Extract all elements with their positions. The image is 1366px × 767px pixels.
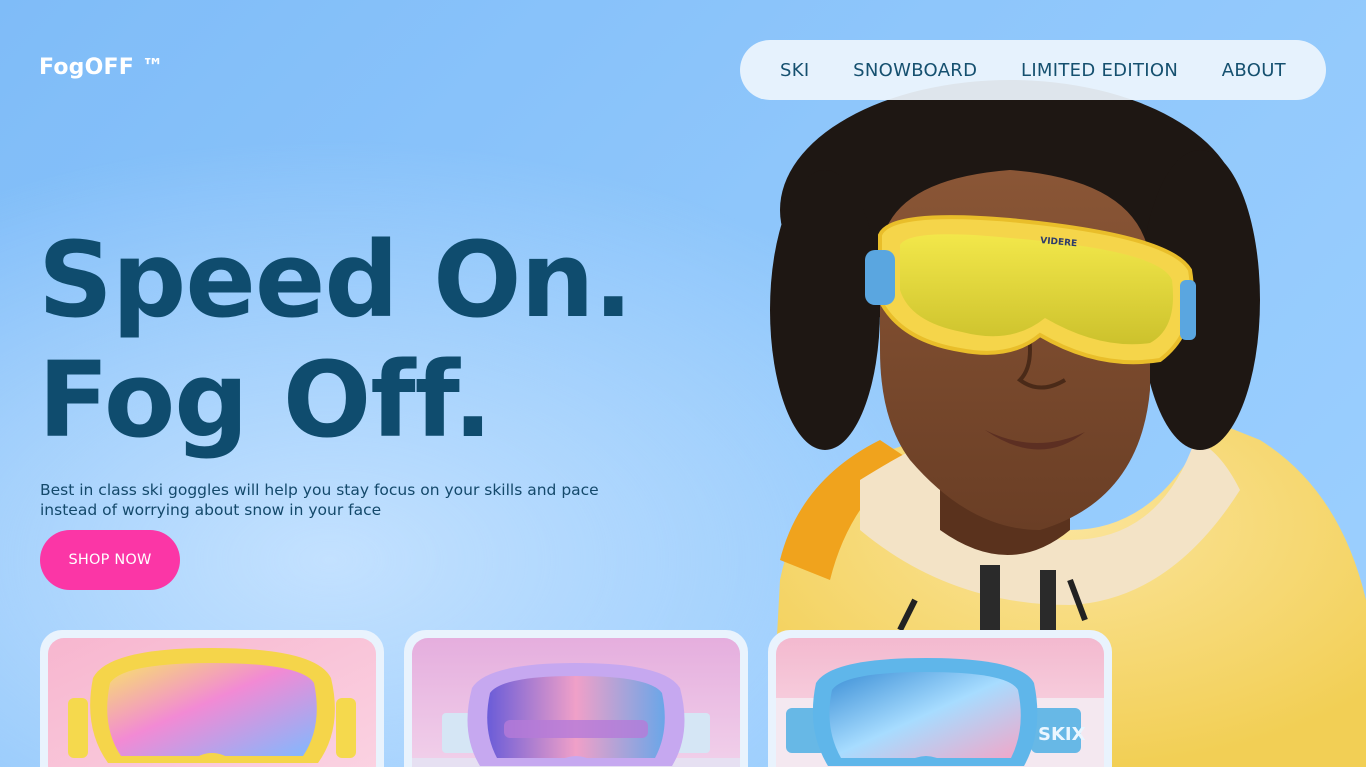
hero-headline: Speed On. Fog Off. xyxy=(38,219,633,461)
nav-item-ski[interactable]: SKI xyxy=(780,60,809,81)
product-card-yellow[interactable] xyxy=(40,630,384,767)
nav-item-limited-edition[interactable]: LIMITED EDITION xyxy=(1021,60,1178,81)
headline-line-1: Speed On. xyxy=(38,219,633,341)
product-image-yellow-goggles xyxy=(48,638,376,767)
product-card-purple[interactable] xyxy=(404,630,748,767)
nav-item-snowboard[interactable]: SNOWBOARD xyxy=(853,60,977,81)
hero-subtitle: Best in class ski goggles will help you … xyxy=(40,481,599,519)
shop-now-button[interactable]: SHOP NOW xyxy=(40,530,180,590)
product-card-blue[interactable]: SKIX xyxy=(768,630,1112,767)
product-image-blue-goggles: SKIX xyxy=(776,638,1104,767)
nav-item-about[interactable]: ABOUT xyxy=(1222,60,1286,81)
headline-line-2: Fog Off. xyxy=(38,339,493,461)
product-image-purple-goggles xyxy=(412,638,740,767)
strap-text: SKIX xyxy=(1038,724,1086,745)
brand-logo[interactable]: FogOFF ™ xyxy=(39,55,164,80)
main-nav: SKI SNOWBOARD LIMITED EDITION ABOUT xyxy=(740,40,1326,100)
